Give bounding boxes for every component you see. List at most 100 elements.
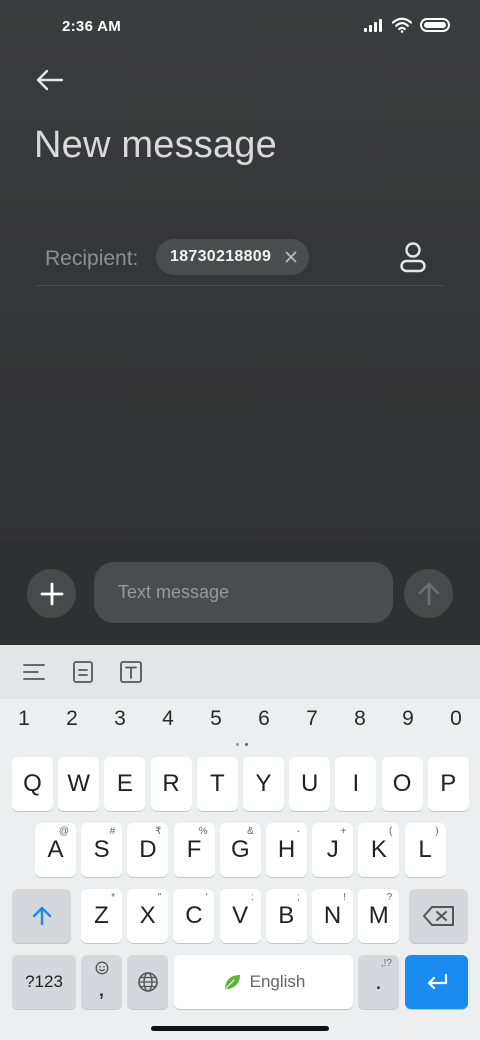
shift-key[interactable] <box>12 889 71 943</box>
number-key[interactable]: 6 <box>244 707 284 737</box>
number-key[interactable]: 9 <box>388 707 428 737</box>
number-key[interactable]: 4 <box>148 707 188 737</box>
key-hint: : <box>250 892 254 903</box>
key-label: C <box>185 902 203 929</box>
key-s[interactable]: # S <box>81 823 123 877</box>
add-attachment-button[interactable] <box>27 569 76 618</box>
key-hint: # <box>109 826 116 837</box>
key-g[interactable]: & G <box>219 823 261 877</box>
key-hint: ? <box>386 892 393 903</box>
text-format-icon[interactable] <box>118 659 144 685</box>
key-hint: ) <box>435 826 439 837</box>
message-input[interactable] <box>94 562 393 623</box>
key-n[interactable]: ! N <box>312 889 353 943</box>
key-i[interactable]: I <box>335 757 377 811</box>
key-hint: - <box>296 826 300 837</box>
key-z[interactable]: * Z <box>81 889 122 943</box>
recipient-number: 18730218809 <box>170 248 272 265</box>
back-button[interactable] <box>32 64 68 96</box>
contact-picker-button[interactable] <box>398 240 428 274</box>
key-label: Z <box>94 902 109 929</box>
key-label: L <box>418 836 432 863</box>
recipient-chip[interactable]: 18730218809 <box>156 239 310 275</box>
space-label: English <box>249 972 306 991</box>
key-hint: ! <box>343 892 346 903</box>
key-label: N <box>323 902 342 929</box>
space-key[interactable]: English <box>174 955 353 1009</box>
recipient-row[interactable]: Recipient: 18730218809 <box>36 234 444 286</box>
key-o[interactable]: O <box>381 757 423 811</box>
key-m[interactable]: ? M <box>358 889 400 943</box>
leaf-icon <box>224 975 240 989</box>
number-row: 1234567890 <box>0 707 480 737</box>
number-key[interactable]: 5 <box>196 707 236 737</box>
number-key[interactable]: 1 <box>4 707 44 737</box>
back-arrow-icon <box>36 69 64 91</box>
emoji-icon <box>95 961 108 975</box>
key-label: D <box>139 836 157 863</box>
key-u[interactable]: U <box>289 757 331 811</box>
number-key[interactable]: 2 <box>52 707 92 737</box>
period-label: . <box>375 968 382 995</box>
key-t[interactable]: T <box>196 757 238 811</box>
period-key[interactable]: ,!? . <box>358 955 399 1009</box>
key-label: E <box>116 770 133 797</box>
key-x[interactable]: " X <box>127 889 169 943</box>
key-hint: % <box>198 826 208 837</box>
plus-icon <box>40 582 63 605</box>
key-f[interactable]: % F <box>173 823 215 877</box>
key-hint: " <box>157 892 162 903</box>
battery-icon <box>420 18 450 32</box>
key-c[interactable]: ' C <box>173 889 215 943</box>
key-a[interactable]: @ A <box>35 823 76 877</box>
key-e[interactable]: E <box>104 757 146 811</box>
send-button[interactable] <box>404 569 453 618</box>
key-hint: ' <box>205 892 208 903</box>
comma-label: , <box>98 975 105 1002</box>
menu-lines-icon[interactable] <box>21 659 47 685</box>
key-label: G <box>230 836 250 863</box>
number-key[interactable]: 7 <box>292 707 332 737</box>
key-label: Q <box>23 770 42 797</box>
status-icons <box>364 17 450 33</box>
keyboard-toolbar <box>0 645 480 699</box>
key-p[interactable]: P <box>427 757 469 811</box>
home-indicator[interactable] <box>151 1026 329 1031</box>
enter-icon <box>427 973 447 990</box>
page-title: New message <box>34 124 277 166</box>
key-label: O <box>392 770 412 797</box>
clipboard-icon[interactable] <box>70 659 96 685</box>
key-v[interactable]: :V <box>219 889 261 943</box>
key-label: I <box>352 770 360 797</box>
key-r[interactable]: R <box>150 757 192 811</box>
key-y[interactable]: Y <box>243 757 284 811</box>
key-hint: * <box>111 892 115 903</box>
key-h[interactable]: -H <box>266 823 307 877</box>
key-label: U <box>301 770 319 797</box>
key-label: T <box>209 770 225 797</box>
number-key[interactable]: 0 <box>436 707 476 737</box>
key-d[interactable]: ₹ D <box>127 823 169 877</box>
key-label: M <box>368 902 389 929</box>
key-w[interactable]: W <box>58 757 100 811</box>
key-label: W <box>67 770 91 797</box>
key-l[interactable]: ) L <box>404 823 446 877</box>
key-k[interactable]: (K <box>358 823 400 877</box>
comma-key[interactable]: , <box>81 955 122 1009</box>
number-key[interactable]: 8 <box>340 707 380 737</box>
arrow-up-icon <box>418 582 439 605</box>
key-label: Y <box>255 770 272 797</box>
key-b[interactable]: ; B <box>265 889 307 943</box>
key-q[interactable]: Q <box>12 757 53 811</box>
backspace-key[interactable] <box>409 889 468 943</box>
close-icon[interactable] <box>283 249 299 265</box>
enter-key[interactable] <box>405 955 468 1009</box>
key-label: B <box>278 902 295 929</box>
language-key[interactable] <box>127 955 168 1009</box>
key-label: X <box>139 902 156 929</box>
key-j[interactable]: + J <box>312 823 354 877</box>
symbols-key[interactable]: ?123 <box>12 955 76 1009</box>
key-label: J <box>326 836 339 863</box>
number-key[interactable]: 3 <box>100 707 140 737</box>
key-hint: ( <box>389 826 393 837</box>
